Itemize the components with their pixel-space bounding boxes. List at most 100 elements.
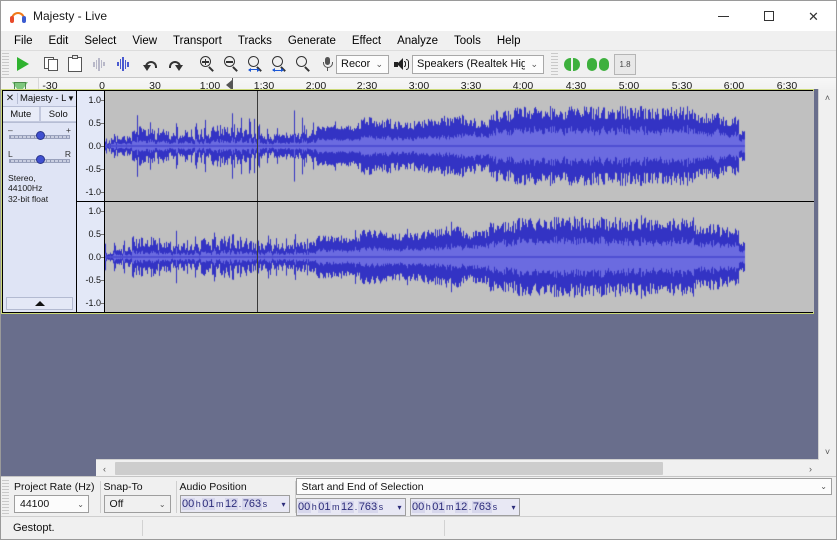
menu-view[interactable]: View xyxy=(124,33,165,49)
vertical-scrollbar[interactable]: ˄ ˅ xyxy=(818,89,836,460)
vertical-ruler-label: 1.0 xyxy=(88,95,101,106)
menu-effect[interactable]: Effect xyxy=(344,33,389,49)
chevron-down-icon: ⌄ xyxy=(375,58,383,69)
audio-position-field[interactable]: 00 h 01 m 12 . 763 s ▾ xyxy=(179,495,290,513)
zoom-out-button[interactable] xyxy=(219,53,243,76)
playback-device-select[interactable]: Speakers (Realtek High Defi ⌄ xyxy=(412,54,544,74)
close-button[interactable]: ✕ xyxy=(791,1,836,31)
track-panel-area[interactable]: ✕ Majesty - Liv ▼ Mute Solo – + xyxy=(1,89,836,477)
gain-slider[interactable]: – + xyxy=(7,125,72,145)
horizontal-scroll-track[interactable] xyxy=(113,460,802,477)
vertical-ruler-tick xyxy=(101,168,104,170)
audio-position-spinner[interactable]: ▾ xyxy=(280,500,288,509)
play-button[interactable] xyxy=(11,53,35,76)
selection-start-field[interactable]: 00 h 01 m 12 . 763 s ▾ xyxy=(295,498,406,516)
selection-end-spinner[interactable]: ▾ xyxy=(510,503,518,512)
unit-hours: h xyxy=(425,502,431,512)
redo-button[interactable] xyxy=(163,53,187,76)
project-rate-select[interactable]: 44100 ⌄ xyxy=(14,495,89,513)
play-cut-preview-button[interactable] xyxy=(560,53,584,76)
selection-end-hours: 00 xyxy=(411,501,425,513)
silence-audio-button[interactable] xyxy=(111,53,135,76)
sync-lock-label: 1.8 xyxy=(619,59,631,69)
scroll-down-button[interactable]: ˅ xyxy=(819,443,836,460)
zoom-toggle-icon xyxy=(295,56,311,72)
menu-select[interactable]: Select xyxy=(76,33,124,49)
pan-slider-knob[interactable] xyxy=(36,155,45,164)
track-control-panel[interactable]: ✕ Majesty - Liv ▼ Mute Solo – + xyxy=(3,91,77,312)
scroll-left-button[interactable]: ‹ xyxy=(96,460,113,477)
menu-transport[interactable]: Transport xyxy=(165,33,230,49)
cursor-line-left xyxy=(257,91,258,201)
vertical-ruler-left-channel[interactable]: 1.0 0.5 0.0 -0.5 -1.0 xyxy=(77,91,105,201)
recording-device-select[interactable]: Recor ⌄ xyxy=(336,54,389,74)
collapse-track-button[interactable] xyxy=(6,297,73,310)
copy-button[interactable] xyxy=(39,53,63,76)
paste-button[interactable] xyxy=(63,53,87,76)
snap-to-value: Off xyxy=(109,498,124,510)
minimize-button[interactable] xyxy=(701,1,746,31)
selection-start-hours: 00 xyxy=(297,501,311,513)
vertical-ruler-label: 0.0 xyxy=(88,141,101,151)
vertical-ruler-tick xyxy=(101,302,104,304)
snap-to-select[interactable]: Off ⌄ xyxy=(103,495,171,513)
selection-mode-select[interactable]: Start and End of Selection ⌄ xyxy=(295,478,832,495)
horizontal-scroll-thumb[interactable] xyxy=(115,462,663,475)
fit-selection-button[interactable] xyxy=(243,53,267,76)
menu-help[interactable]: Help xyxy=(489,33,529,49)
zoom-toggle-button[interactable] xyxy=(291,53,315,76)
menu-edit[interactable]: Edit xyxy=(41,33,77,49)
menu-file[interactable]: File xyxy=(6,33,41,49)
audio-track[interactable]: ✕ Majesty - Liv ▼ Mute Solo – + xyxy=(2,90,814,313)
audio-position-seconds: 12 xyxy=(224,498,238,510)
window-controls: ✕ xyxy=(701,1,836,31)
undo-button[interactable] xyxy=(139,53,163,76)
selection-toolbar-grip[interactable] xyxy=(2,480,9,514)
selection-start-minutes: 01 xyxy=(317,501,332,513)
waveform-right-channel[interactable] xyxy=(105,202,814,312)
audacity-headphones-icon xyxy=(10,8,26,24)
vertical-ruler-label: -0.5 xyxy=(85,274,101,285)
menu-generate[interactable]: Generate xyxy=(280,33,344,49)
gain-max-label: + xyxy=(66,125,71,135)
status-bar: Gestopt. xyxy=(1,516,836,539)
sync-lock-button[interactable]: 1.8 xyxy=(614,53,636,75)
horizontal-scrollbar[interactable]: ‹ › xyxy=(96,459,819,477)
unit-minutes: m xyxy=(216,499,224,509)
fit-project-button[interactable] xyxy=(267,53,291,76)
gain-slider-knob[interactable] xyxy=(36,131,45,140)
track-format-line-1: Stereo, 44100Hz xyxy=(8,173,43,194)
play-region-button[interactable] xyxy=(584,53,612,76)
status-cell-3 xyxy=(445,517,836,539)
pan-left-label: L xyxy=(8,149,13,159)
track-format-line-2: 32-bit float xyxy=(8,193,49,204)
track-menu-caret-icon[interactable]: ▼ xyxy=(66,94,76,103)
menu-tools[interactable]: Tools xyxy=(446,33,489,49)
vertical-ruler-label: 0.0 xyxy=(88,252,101,262)
toolbar-grip-2[interactable] xyxy=(551,53,558,75)
toolbar-grip[interactable] xyxy=(2,53,9,75)
mute-button[interactable]: Mute xyxy=(3,107,40,122)
snap-to-group: Snap-To Off ⌄ xyxy=(101,477,177,517)
trim-audio-button[interactable] xyxy=(87,53,111,76)
selection-end-field[interactable]: 00 h 01 m 12 . 763 s ▾ xyxy=(409,498,520,516)
vertical-ruler-label: 0.5 xyxy=(88,229,101,240)
vertical-scroll-track[interactable] xyxy=(819,106,836,443)
solo-button[interactable]: Solo xyxy=(39,107,76,122)
audio-position-group: Audio Position 00 h 01 m 12 . 763 s ▾ xyxy=(177,477,296,517)
zoom-in-button[interactable] xyxy=(195,53,219,76)
selection-start-spinner[interactable]: ▾ xyxy=(396,503,404,512)
waveform-left-channel[interactable] xyxy=(105,91,814,201)
menu-tracks[interactable]: Tracks xyxy=(230,33,280,49)
pan-slider[interactable]: L R xyxy=(7,149,72,169)
paste-icon xyxy=(68,54,82,72)
menu-analyze[interactable]: Analyze xyxy=(389,33,446,49)
selection-mode-label: Start and End of Selection xyxy=(301,480,424,493)
maximize-button[interactable] xyxy=(746,1,791,31)
track-name-label: Majesty - Liv xyxy=(17,93,66,104)
close-track-button[interactable]: ✕ xyxy=(3,93,17,104)
scroll-up-button[interactable]: ˄ xyxy=(819,89,836,106)
vertical-ruler-right-channel[interactable]: 1.0 0.5 0.0 -0.5 -1.0 xyxy=(77,202,105,312)
play-cut-preview-icon xyxy=(564,57,580,71)
scroll-right-button[interactable]: › xyxy=(802,460,819,477)
